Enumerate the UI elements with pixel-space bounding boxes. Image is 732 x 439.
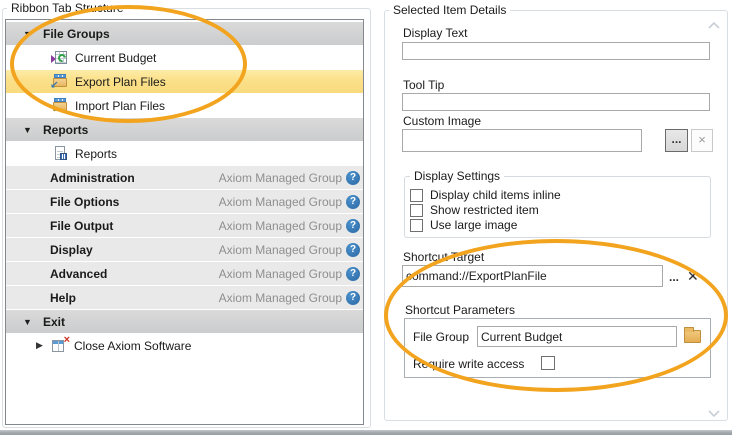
tree-header-file-groups[interactable]: ▼ File Groups bbox=[6, 22, 363, 45]
expanded-triangle-icon[interactable]: ▼ bbox=[23, 125, 43, 135]
export-plan-files-icon: ↙ bbox=[52, 74, 68, 90]
file-group-folder-picker-icon[interactable] bbox=[684, 330, 701, 343]
shortcut-target-input[interactable] bbox=[402, 265, 663, 287]
checkbox-row-display-child-items-inline: Display child items inline bbox=[410, 188, 561, 202]
display-text-label: Display Text bbox=[403, 26, 467, 40]
scroll-up-chevron-icon[interactable] bbox=[706, 20, 722, 30]
managed-row-label: Display bbox=[50, 243, 93, 257]
managed-row-label: File Output bbox=[50, 219, 113, 233]
expanded-triangle-icon[interactable]: ▼ bbox=[23, 317, 43, 327]
checkbox-row-show-restricted-item: Show restricted item bbox=[410, 203, 539, 217]
tree-header-reports[interactable]: ▼ Reports bbox=[6, 118, 363, 141]
tree-item-export-plan-files[interactable]: ↙ Export Plan Files bbox=[6, 70, 363, 93]
managed-row-label: Advanced bbox=[50, 267, 107, 281]
checkbox-label: Display child items inline bbox=[430, 188, 561, 202]
managed-group-badge: Axiom Managed Group bbox=[219, 243, 342, 257]
help-icon[interactable]: ? bbox=[346, 291, 360, 305]
managed-group-badge: Axiom Managed Group bbox=[219, 195, 342, 209]
shortcut-parameters-label: Shortcut Parameters bbox=[405, 303, 515, 317]
tree-item-import-plan-files[interactable]: ↑ Import Plan Files bbox=[6, 94, 363, 117]
tree-item-label: Export Plan Files bbox=[75, 75, 166, 89]
tree-row-file-options[interactable]: File Options Axiom Managed Group ? bbox=[6, 190, 363, 213]
tree-row-help[interactable]: Help Axiom Managed Group ? bbox=[6, 286, 363, 309]
tree-item-close-axiom-software[interactable]: ▶ × Close Axiom Software bbox=[6, 334, 363, 357]
managed-group-badge: Axiom Managed Group bbox=[219, 219, 342, 233]
shortcut-target-browse-button[interactable]: ... bbox=[669, 270, 679, 284]
tool-tip-label: Tool Tip bbox=[403, 78, 444, 92]
managed-group-badge: Axiom Managed Group bbox=[219, 291, 342, 305]
custom-image-label: Custom Image bbox=[403, 114, 481, 128]
help-icon[interactable]: ? bbox=[346, 219, 360, 233]
help-icon[interactable]: ? bbox=[346, 195, 360, 209]
tree-item-label: Import Plan Files bbox=[75, 99, 165, 113]
tree-item-label: Current Budget bbox=[75, 51, 156, 65]
current-budget-icon bbox=[52, 50, 68, 66]
shortcut-target-label: Shortcut Target bbox=[403, 250, 484, 264]
custom-image-input[interactable] bbox=[402, 129, 642, 152]
tree-header-label: File Groups bbox=[43, 27, 110, 41]
tree-item-current-budget[interactable]: Current Budget bbox=[6, 46, 363, 69]
tree-header-label: Reports bbox=[43, 123, 88, 137]
shortcut-target-clear-button[interactable]: ✕ bbox=[687, 268, 699, 285]
managed-row-label: Help bbox=[50, 291, 76, 305]
help-icon[interactable]: ? bbox=[346, 267, 360, 281]
managed-group-badge: Axiom Managed Group bbox=[219, 267, 342, 281]
window-bottom-edge bbox=[0, 430, 732, 435]
file-group-label: File Group bbox=[413, 330, 469, 344]
collapsed-triangle-icon[interactable]: ▶ bbox=[36, 340, 52, 351]
require-write-access-checkbox[interactable] bbox=[541, 356, 555, 370]
expanded-triangle-icon[interactable]: ▼ bbox=[23, 29, 43, 39]
managed-row-label: File Options bbox=[50, 195, 119, 209]
checkbox-row-use-large-image: Use large image bbox=[410, 218, 517, 232]
close-axiom-icon: × bbox=[52, 338, 68, 354]
tree-item-label: Reports bbox=[75, 147, 117, 161]
show-restricted-item-checkbox[interactable] bbox=[410, 204, 423, 217]
checkbox-label: Show restricted item bbox=[430, 203, 539, 217]
custom-image-clear-button[interactable]: × bbox=[691, 129, 713, 152]
tree-row-advanced[interactable]: Advanced Axiom Managed Group ? bbox=[6, 262, 363, 285]
report-icon bbox=[52, 146, 68, 162]
ribbon-tab-structure-title: Ribbon Tab Structure bbox=[7, 1, 128, 15]
tree-row-display[interactable]: Display Axiom Managed Group ? bbox=[6, 238, 363, 261]
display-text-input[interactable] bbox=[402, 42, 710, 60]
tree-header-label: Exit bbox=[43, 315, 65, 329]
tree-row-administration[interactable]: Administration Axiom Managed Group ? bbox=[6, 166, 363, 189]
custom-image-browse-button[interactable]: ... bbox=[665, 129, 688, 152]
require-write-access-label: Require write access bbox=[413, 357, 524, 371]
tree-header-exit[interactable]: ▼ Exit bbox=[6, 310, 363, 333]
file-group-input[interactable] bbox=[477, 326, 677, 347]
display-child-items-inline-checkbox[interactable] bbox=[410, 189, 423, 202]
managed-group-badge: Axiom Managed Group bbox=[219, 171, 342, 185]
tool-tip-input[interactable] bbox=[402, 93, 710, 111]
ribbon-tree[interactable]: ▼ File Groups Current Budget ↙ Export Pl… bbox=[5, 19, 364, 425]
import-plan-files-icon: ↑ bbox=[52, 98, 68, 114]
tree-row-file-output[interactable]: File Output Axiom Managed Group ? bbox=[6, 214, 363, 237]
tree-item-label: Close Axiom Software bbox=[74, 339, 191, 353]
ribbon-editor-dialog: Ribbon Tab Structure ▼ File Groups Curre… bbox=[0, 0, 732, 439]
use-large-image-checkbox[interactable] bbox=[410, 219, 423, 232]
selected-item-details-title: Selected Item Details bbox=[389, 3, 510, 17]
display-settings-title: Display Settings bbox=[410, 169, 504, 183]
checkbox-label: Use large image bbox=[430, 218, 517, 232]
tree-item-reports[interactable]: Reports bbox=[6, 142, 363, 165]
scroll-down-chevron-icon[interactable] bbox=[706, 408, 722, 418]
help-icon[interactable]: ? bbox=[346, 171, 360, 185]
managed-row-label: Administration bbox=[50, 171, 135, 185]
help-icon[interactable]: ? bbox=[346, 243, 360, 257]
